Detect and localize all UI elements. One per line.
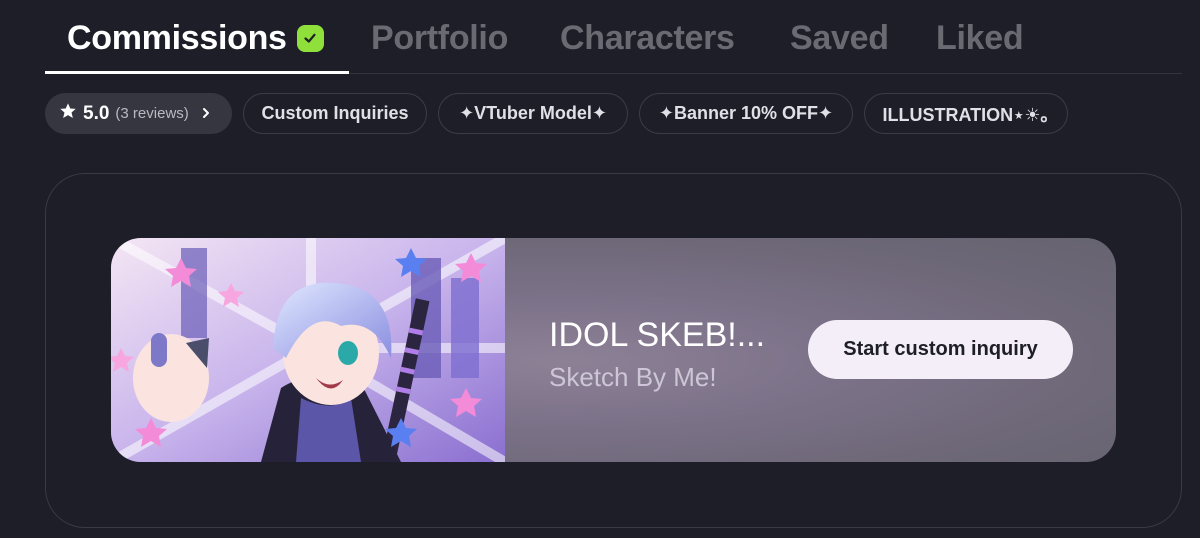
chip-banner-discount[interactable]: ✦Banner 10% OFF✦	[639, 93, 853, 134]
tab-liked[interactable]: Liked	[936, 16, 1024, 60]
banner-title: IDOL SKEB!...	[549, 316, 766, 354]
rating-score: 5.0	[83, 102, 110, 124]
profile-tabs: Commissions Portfolio Characters Saved L…	[45, 0, 1182, 74]
verified-check-icon	[296, 24, 324, 52]
star-icon	[59, 102, 77, 125]
tab-characters[interactable]: Characters	[560, 16, 735, 60]
start-custom-inquiry-button[interactable]: Start custom inquiry	[808, 320, 1073, 379]
banner-subtitle: Sketch By Me!	[549, 362, 717, 392]
banner-artwork	[111, 238, 505, 462]
tab-commissions-label: Commissions	[67, 18, 287, 57]
chip-custom-inquiries[interactable]: Custom Inquiries	[243, 93, 427, 134]
review-count: (3 reviews)	[115, 105, 189, 122]
tab-portfolio[interactable]: Portfolio	[371, 16, 508, 60]
tab-commissions[interactable]: Commissions	[67, 16, 324, 60]
tab-saved[interactable]: Saved	[790, 16, 889, 60]
active-tab-indicator	[45, 71, 349, 74]
rating-chip[interactable]: 5.0 (3 reviews)	[45, 93, 232, 134]
chip-vtuber-model[interactable]: ✦VTuber Model✦	[438, 93, 628, 134]
chip-illustration[interactable]: ILLUSTRATION⋆☀︎｡	[864, 93, 1068, 134]
chevron-right-icon	[201, 103, 211, 124]
commission-banner[interactable]: IDOL SKEB!... Sketch By Me! Start custom…	[111, 238, 1116, 462]
